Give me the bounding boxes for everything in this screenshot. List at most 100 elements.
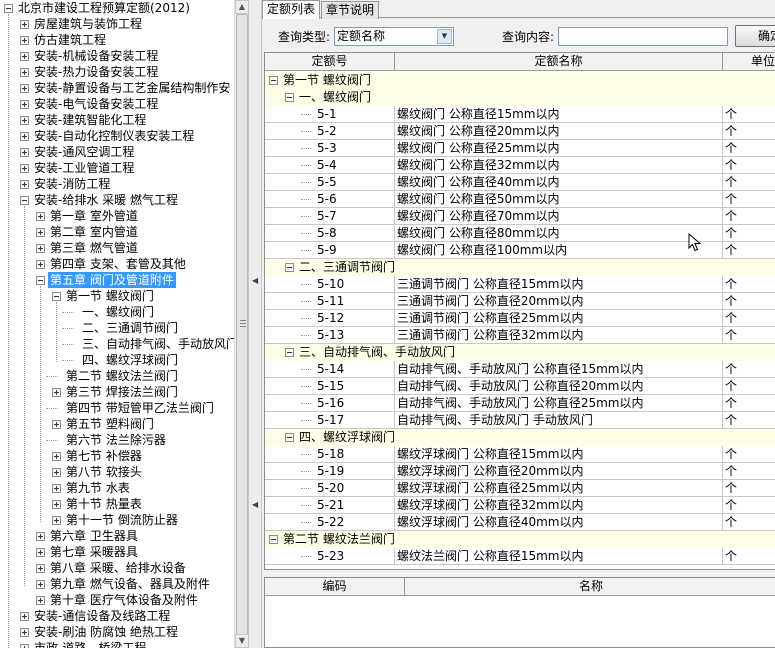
tree-item[interactable]: 安装-热力设备安装工程 xyxy=(0,64,234,80)
tree-item[interactable]: 第五章 阀门及管道附件 xyxy=(0,272,234,288)
grid-row[interactable]: 5-12 三通调节阀门 公称直径25mm以内个 xyxy=(265,310,775,327)
column-header-detail-name[interactable]: 名称 xyxy=(405,578,775,596)
expand-plus-icon[interactable] xyxy=(20,148,29,157)
grid-row[interactable]: 5-6 螺纹阀门 公称直径50mm以内个 xyxy=(265,191,775,208)
tree-item[interactable]: 第十一节 倒流防止器 xyxy=(0,512,234,528)
grid-row[interactable]: 5-2 螺纹阀门 公称直径20mm以内个 xyxy=(265,123,775,140)
tree-item[interactable]: 第五节 塑料阀门 xyxy=(0,416,234,432)
tree-item[interactable]: 第六节 法兰除污器 xyxy=(0,432,234,448)
tree-item[interactable]: 安装-建筑智能化工程 xyxy=(0,112,234,128)
scroll-up-arrow-icon[interactable]: ▲ xyxy=(235,0,249,14)
expand-plus-icon[interactable] xyxy=(52,516,61,525)
expand-plus-icon[interactable] xyxy=(20,20,29,29)
expand-plus-icon[interactable] xyxy=(20,84,29,93)
expand-plus-icon[interactable] xyxy=(36,228,45,237)
expand-plus-icon[interactable] xyxy=(36,212,45,221)
grid-row[interactable]: 5-14 自动排气阀、手动放风门 公称直径15mm以内个 xyxy=(265,361,775,378)
tree-item[interactable]: 第七章 采暖器具 xyxy=(0,544,234,560)
expand-plus-icon[interactable] xyxy=(20,612,29,621)
grid-row[interactable]: 5-13 三通调节阀门 公称直径32mm以内个 xyxy=(265,327,775,344)
tree-item[interactable]: 第八章 采暖、给排水设备 xyxy=(0,560,234,576)
tree-item[interactable]: 安装-静置设备与工艺金属结构制作安 xyxy=(0,80,234,96)
grid-subsection-row[interactable]: 二、三通调节阀门 xyxy=(265,259,775,276)
tab-quota-list[interactable]: 定额列表 xyxy=(262,0,321,19)
expand-plus-icon[interactable] xyxy=(36,580,45,589)
grid-row[interactable]: 5-20 螺纹浮球阀门 公称直径25mm以内个 xyxy=(265,480,775,497)
tree-item[interactable]: 第三节 焊接法兰阀门 xyxy=(0,384,234,400)
tree-item[interactable]: 第七节 补偿器 xyxy=(0,448,234,464)
grid-row[interactable]: 5-10 三通调节阀门 公称直径15mm以内个 xyxy=(265,276,775,293)
scroll-thumb[interactable] xyxy=(236,14,248,636)
tree-item[interactable]: 三、自动排气阀、手动放风门 xyxy=(0,336,238,352)
tree-item[interactable]: 第四章 支架、套管及其他 xyxy=(0,256,234,272)
grid-row[interactable]: 5-19 螺纹浮球阀门 公称直径20mm以内个 xyxy=(265,463,775,480)
tree-item[interactable]: 安装-给排水 采暖 燃气工程 xyxy=(0,192,234,208)
collapse-left-icon[interactable]: ◀ xyxy=(252,276,258,285)
tree-item[interactable]: 第四节 带短管甲乙法兰阀门 xyxy=(0,400,234,416)
expand-plus-icon[interactable] xyxy=(20,644,29,648)
expand-plus-icon[interactable] xyxy=(52,420,61,429)
grid-row[interactable]: 5-22 螺纹浮球阀门 公称直径40mm以内个 xyxy=(265,514,775,531)
scroll-down-arrow-icon[interactable]: ▼ xyxy=(235,634,249,648)
collapse-minus-icon[interactable] xyxy=(285,433,294,442)
grid-row[interactable]: 5-4 螺纹阀门 公称直径32mm以内个 xyxy=(265,157,775,174)
grid-subsection-row[interactable]: 三、自动排气阀、手动放风门 xyxy=(265,344,775,361)
column-header-code[interactable]: 定额号 xyxy=(265,53,395,71)
expand-plus-icon[interactable] xyxy=(36,596,45,605)
tree-item[interactable]: 第十章 医疗气体设备及附件 xyxy=(0,592,234,608)
tree-item[interactable]: 仿古建筑工程 xyxy=(0,32,234,48)
tree-item[interactable]: 安装-消防工程 xyxy=(0,176,234,192)
column-header-unit[interactable]: 单位 xyxy=(723,53,775,71)
expand-plus-icon[interactable] xyxy=(52,500,61,509)
expand-plus-icon[interactable] xyxy=(52,452,61,461)
panel-splitter[interactable]: ◀ ◀ xyxy=(248,0,262,648)
expand-plus-icon[interactable] xyxy=(36,260,45,269)
expand-plus-icon[interactable] xyxy=(20,132,29,141)
expand-plus-icon[interactable] xyxy=(20,180,29,189)
expand-plus-icon[interactable] xyxy=(36,244,45,253)
collapse-minus-icon[interactable] xyxy=(52,292,61,301)
collapse-minus-icon[interactable] xyxy=(285,348,294,357)
tree-item[interactable]: 第十节 热量表 xyxy=(0,496,234,512)
query-content-input[interactable] xyxy=(558,27,728,46)
tree-item[interactable]: 第九章 燃气设备、器具及附件 xyxy=(0,576,234,592)
tree-item[interactable]: 安装-通风空调工程 xyxy=(0,144,234,160)
collapse-left-icon[interactable]: ◀ xyxy=(252,500,258,509)
tree-item[interactable]: 北京市建设工程预算定额(2012) xyxy=(0,0,234,16)
collapse-minus-icon[interactable] xyxy=(269,76,278,85)
tree-item[interactable]: 第一节 螺纹阀门 xyxy=(0,288,234,304)
confirm-button[interactable]: 确定 xyxy=(735,25,775,47)
tree-item[interactable]: 第三章 燃气管道 xyxy=(0,240,234,256)
expand-plus-icon[interactable] xyxy=(20,100,29,109)
grid-section-row[interactable]: 第一节 螺纹阀门 xyxy=(265,72,775,89)
grid-row[interactable]: 5-11 三通调节阀门 公称直径20mm以内个 xyxy=(265,293,775,310)
tree-item[interactable]: 第六章 卫生器具 xyxy=(0,528,234,544)
tree-item[interactable]: 第二章 室内管道 xyxy=(0,224,234,240)
expand-plus-icon[interactable] xyxy=(52,468,61,477)
expand-plus-icon[interactable] xyxy=(36,532,45,541)
expand-plus-icon[interactable] xyxy=(20,36,29,45)
tree-item[interactable]: 安装-自动化控制仪表安装工程 xyxy=(0,128,234,144)
tree-item[interactable]: 一、螺纹阀门 xyxy=(0,304,234,320)
column-header-detail-code[interactable]: 编码 xyxy=(265,578,405,596)
tree-item[interactable]: 四、螺纹浮球阀门 xyxy=(0,352,234,368)
grid-subsection-row[interactable]: 一、螺纹阀门 xyxy=(265,89,775,106)
tree-item[interactable]: 房屋建筑与装饰工程 xyxy=(0,16,234,32)
grid-row[interactable]: 5-16 自动排气阀、手动放风门 公称直径25mm以内个 xyxy=(265,395,775,412)
tree-item[interactable]: 市政-道路、桥梁工程 xyxy=(0,640,234,648)
expand-plus-icon[interactable] xyxy=(20,68,29,77)
expand-plus-icon[interactable] xyxy=(20,52,29,61)
expand-plus-icon[interactable] xyxy=(52,484,61,493)
grid-subsection-row[interactable]: 四、螺纹浮球阀门 xyxy=(265,429,775,446)
tree-vertical-scrollbar[interactable]: ▲ ▼ xyxy=(234,0,249,648)
tree-item[interactable]: 第九节 水表 xyxy=(0,480,234,496)
collapse-minus-icon[interactable] xyxy=(20,196,29,205)
collapse-minus-icon[interactable] xyxy=(269,535,278,544)
grid-row[interactable]: 5-15 自动排气阀、手动放风门 公称直径20mm以内个 xyxy=(265,378,775,395)
collapse-minus-icon[interactable] xyxy=(36,276,45,285)
collapse-minus-icon[interactable] xyxy=(285,93,294,102)
tree-item[interactable]: 安装-通信设备及线路工程 xyxy=(0,608,234,624)
grid-row[interactable]: 5-3 螺纹阀门 公称直径25mm以内个 xyxy=(265,140,775,157)
tree-item[interactable]: 安装-机械设备安装工程 xyxy=(0,48,234,64)
tree-item[interactable]: 第二节 螺纹法兰阀门 xyxy=(0,368,234,384)
